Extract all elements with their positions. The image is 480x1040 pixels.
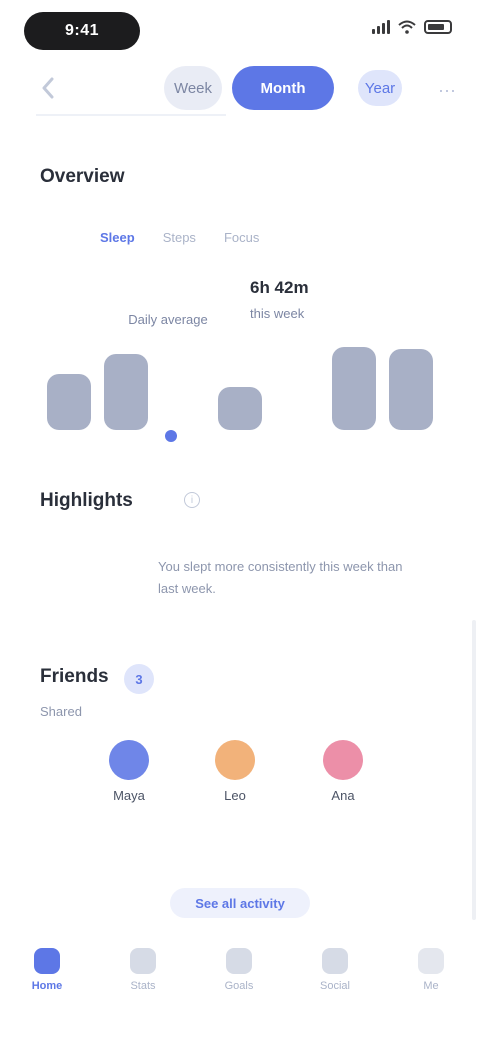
status-bar: 9:41 (0, 0, 480, 62)
goals-icon (226, 948, 252, 974)
tab-bar: Home Stats Goals Social Me (0, 930, 480, 1040)
bar-chart (40, 340, 440, 460)
social-icon (322, 948, 348, 974)
wifi-icon (398, 20, 416, 34)
stats-icon (130, 948, 156, 974)
avatar (109, 740, 149, 780)
tab-stats[interactable]: Stats (108, 948, 178, 992)
scrollbar[interactable] (472, 620, 476, 920)
summary-title: Highlights (40, 490, 133, 511)
chart-bar[interactable] (103, 353, 148, 430)
tab-social[interactable]: Social (300, 948, 370, 992)
info-icon[interactable]: i (184, 492, 200, 508)
member-card[interactable]: Ana (298, 740, 388, 803)
tab-label: Home (31, 980, 63, 992)
tab-home[interactable]: Home (12, 948, 82, 992)
tab-focus[interactable]: Focus (224, 230, 259, 258)
people-title: Friends (40, 666, 109, 687)
signal-icon (372, 20, 390, 34)
member-name: Ana (331, 788, 355, 803)
range-year-button[interactable]: Year (358, 70, 402, 106)
overview-title: Overview (40, 166, 125, 187)
chart-bar[interactable] (46, 374, 91, 430)
member-card[interactable]: Leo (190, 740, 280, 803)
tab-goals[interactable]: Goals (204, 948, 274, 992)
member-card[interactable]: Maya (84, 740, 174, 803)
chevron-left-icon (42, 77, 54, 99)
see-all-button[interactable]: See all activity (170, 888, 310, 918)
chart-tabs: Sleep Steps Focus (100, 230, 400, 258)
summary-text: You slept more consistently this week th… (158, 559, 403, 596)
people-count-badge: 3 (124, 664, 154, 694)
tab-me[interactable]: Me (396, 948, 466, 992)
people-subtitle: Shared (40, 704, 82, 719)
chart-bar[interactable] (218, 386, 262, 430)
status-time: 9:41 (24, 12, 140, 50)
range-month-button[interactable]: Month (232, 66, 334, 110)
tab-sleep[interactable]: Sleep (100, 230, 135, 258)
big-value: 6h 42m (250, 278, 309, 297)
nav-divider (36, 114, 226, 116)
tab-label: Social (320, 980, 350, 992)
top-nav: Week Month Year ··· (0, 60, 480, 118)
more-icon[interactable]: ··· (438, 80, 456, 101)
home-icon (34, 948, 60, 974)
avg-label: Daily average (128, 312, 208, 327)
range-week-button[interactable]: Week (164, 66, 222, 110)
tab-steps[interactable]: Steps (163, 230, 196, 258)
status-icons (372, 20, 452, 34)
chart-bar[interactable] (332, 347, 377, 430)
chart-bar[interactable] (389, 349, 434, 430)
member-name: Leo (224, 788, 246, 803)
tab-label: Goals (224, 980, 254, 992)
back-button[interactable] (30, 70, 66, 106)
avatar (215, 740, 255, 780)
tab-label: Stats (130, 980, 156, 992)
profile-icon (418, 948, 444, 974)
selected-day-marker (164, 430, 177, 442)
battery-icon (424, 20, 452, 34)
member-name: Maya (113, 788, 145, 803)
tab-label: Me (423, 980, 439, 992)
avatar (323, 740, 363, 780)
big-caption: this week (250, 306, 305, 321)
